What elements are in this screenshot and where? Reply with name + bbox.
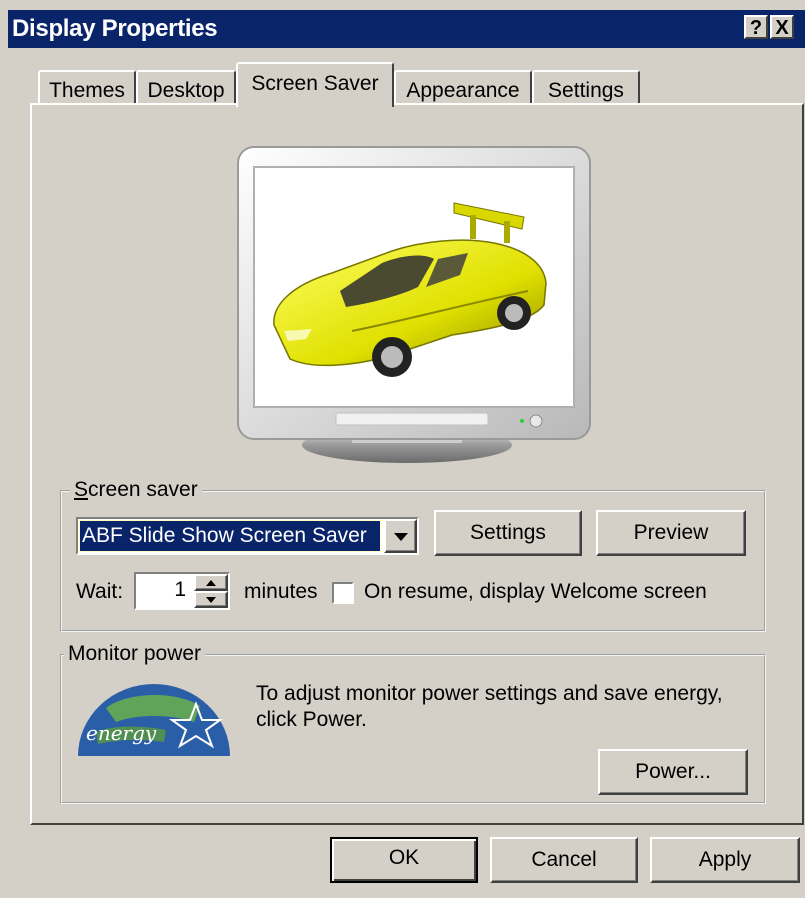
- tab-screen-saver[interactable]: Screen Saver: [236, 62, 394, 107]
- screen-saver-group-label: Screen saver: [70, 478, 202, 502]
- minutes-label: minutes: [244, 580, 318, 603]
- arrow-up-icon: [206, 580, 216, 586]
- preview-button[interactable]: Preview: [596, 510, 746, 556]
- energy-logo-text: energy: [86, 721, 157, 745]
- wait-label: Wait:: [76, 580, 124, 603]
- monitor-preview: [237, 146, 591, 463]
- screen-saver-select[interactable]: ABF Slide Show Screen Saver: [76, 517, 419, 555]
- wait-stepper[interactable]: 1: [134, 572, 230, 610]
- apply-button[interactable]: Apply: [650, 837, 800, 883]
- chevron-down-icon: [394, 533, 408, 541]
- display-properties-window: Display Properties ? X Themes Desktop Sc…: [0, 0, 805, 898]
- ok-button-label: OK: [388, 846, 420, 869]
- welcome-checkbox[interactable]: [332, 582, 354, 604]
- apply-button-label: Apply: [698, 848, 752, 871]
- tab-appearance-label: Appearance: [406, 79, 520, 102]
- stepper-up-button[interactable]: [194, 574, 228, 591]
- window-title: Display Properties: [12, 15, 218, 42]
- tab-screen-saver-label: Screen Saver: [251, 72, 379, 95]
- ok-button[interactable]: OK: [330, 837, 478, 883]
- cancel-button-label: Cancel: [531, 848, 597, 871]
- screen-saver-selected-value: ABF Slide Show Screen Saver: [82, 524, 367, 547]
- tab-themes-label: Themes: [49, 79, 125, 102]
- settings-button-label: Settings: [470, 521, 546, 544]
- tab-desktop-label: Desktop: [147, 79, 225, 102]
- power-button[interactable]: Power...: [598, 749, 748, 795]
- cancel-button[interactable]: Cancel: [490, 837, 638, 883]
- stepper-down-button[interactable]: [194, 591, 228, 608]
- tab-desktop[interactable]: Desktop: [136, 70, 236, 105]
- dropdown-button[interactable]: [384, 519, 417, 553]
- preview-button-label: Preview: [633, 521, 709, 544]
- tab-settings[interactable]: Settings: [532, 70, 640, 105]
- tab-settings-label: Settings: [548, 79, 624, 102]
- energy-star-logo: energy: [78, 684, 230, 756]
- welcome-checkbox-label[interactable]: On resume, display Welcome screen: [364, 580, 707, 604]
- tab-themes[interactable]: Themes: [38, 70, 136, 105]
- help-button[interactable]: ?: [744, 15, 768, 39]
- power-description-line1: To adjust monitor power settings and sav…: [256, 682, 723, 705]
- arrow-down-icon: [206, 597, 216, 603]
- monitor-power-group-label: Monitor power: [64, 642, 206, 666]
- close-button[interactable]: X: [770, 15, 794, 39]
- title-bar[interactable]: Display Properties ? X: [8, 10, 805, 48]
- settings-button[interactable]: Settings: [434, 510, 582, 556]
- tab-appearance[interactable]: Appearance: [394, 70, 532, 105]
- power-description-line2: click Power.: [256, 708, 367, 731]
- power-button-label: Power...: [635, 760, 711, 783]
- wait-value[interactable]: 1: [174, 578, 186, 602]
